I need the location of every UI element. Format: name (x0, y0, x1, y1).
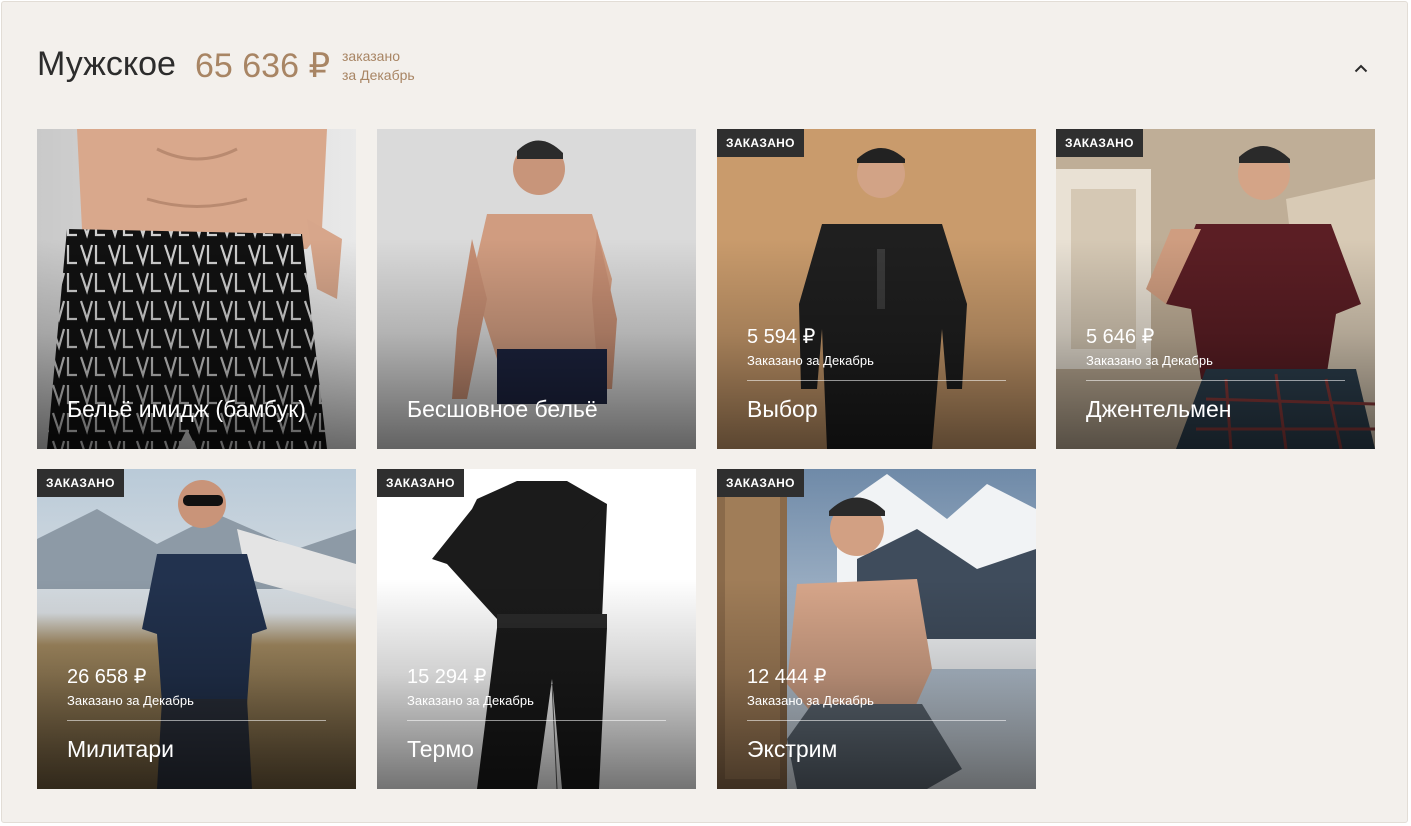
collapse-button[interactable] (1349, 56, 1373, 80)
collection-price: 5 594 ₽ (747, 326, 816, 348)
category-header: Мужское 65 636 ₽ заказано за Декабрь (37, 42, 1377, 92)
card-info: Бельё имидж (бамбук) (67, 395, 326, 423)
chevron-up-icon (1354, 64, 1368, 72)
collection-ordered-label: Заказано за Декабрь (67, 693, 326, 721)
collection-card[interactable]: ЗАКАЗАНО 15 294 ₽ Заказано за Декабрь Те… (377, 469, 696, 789)
ordered-badge: ЗАКАЗАНО (1056, 129, 1143, 157)
collection-card[interactable]: ЗАКАЗАНО 5 646 ₽ Заказано за Декабрь Дже… (1056, 129, 1375, 449)
collection-name: Выбор (747, 396, 818, 422)
collection-ordered-label: Заказано за Декабрь (407, 693, 666, 721)
category-total: 65 636 ₽ (195, 47, 331, 85)
collection-price: 15 294 ₽ (407, 666, 487, 688)
card-info: 5 594 ₽ Заказано за Декабрь Выбор (747, 326, 1006, 423)
total-note-line1: заказано (342, 48, 400, 64)
collection-price: 26 658 ₽ (67, 666, 147, 688)
collection-name: Экстрим (747, 736, 838, 762)
collection-ordered-label: Заказано за Декабрь (747, 353, 1006, 381)
collection-name: Бельё имидж (бамбук) (67, 396, 306, 422)
category-title: Мужское (37, 45, 176, 83)
collection-name: Бесшовное бельё (407, 396, 598, 422)
card-info: 26 658 ₽ Заказано за Декабрь Милитари (67, 666, 326, 763)
card-info: 12 444 ₽ Заказано за Декабрь Экстрим (747, 666, 1006, 763)
collection-price: 5 646 ₽ (1086, 326, 1155, 348)
collection-price: 12 444 ₽ (747, 666, 827, 688)
ordered-badge: ЗАКАЗАНО (717, 129, 804, 157)
category-total-note: заказано за Декабрь (342, 47, 415, 85)
collection-card[interactable]: ЗАКАЗАНО 26 658 ₽ Заказано за Декабрь Ми… (37, 469, 356, 789)
card-info: 5 646 ₽ Заказано за Декабрь Джентельмен (1086, 326, 1345, 423)
card-info: 15 294 ₽ Заказано за Декабрь Термо (407, 666, 666, 763)
collection-name: Джентельмен (1086, 396, 1232, 422)
card-info: Бесшовное бельё (407, 395, 666, 423)
ordered-badge: ЗАКАЗАНО (377, 469, 464, 497)
collection-card[interactable]: Бельё имидж (бамбук) (37, 129, 356, 449)
collection-name: Термо (407, 736, 474, 762)
ordered-badge: ЗАКАЗАНО (37, 469, 124, 497)
collection-card[interactable]: Бесшовное бельё (377, 129, 696, 449)
collection-card[interactable]: ЗАКАЗАНО 12 444 ₽ Заказано за Декабрь Эк… (717, 469, 1036, 789)
collection-ordered-label: Заказано за Декабрь (1086, 353, 1345, 381)
total-note-line2: за Декабрь (342, 67, 415, 83)
collection-ordered-label: Заказано за Декабрь (747, 693, 1006, 721)
ordered-badge: ЗАКАЗАНО (717, 469, 804, 497)
category-panel: Мужское 65 636 ₽ заказано за Декабрь Бел… (1, 1, 1408, 823)
collection-name: Милитари (67, 736, 174, 762)
collection-card[interactable]: ЗАКАЗАНО 5 594 ₽ Заказано за Декабрь Выб… (717, 129, 1036, 449)
